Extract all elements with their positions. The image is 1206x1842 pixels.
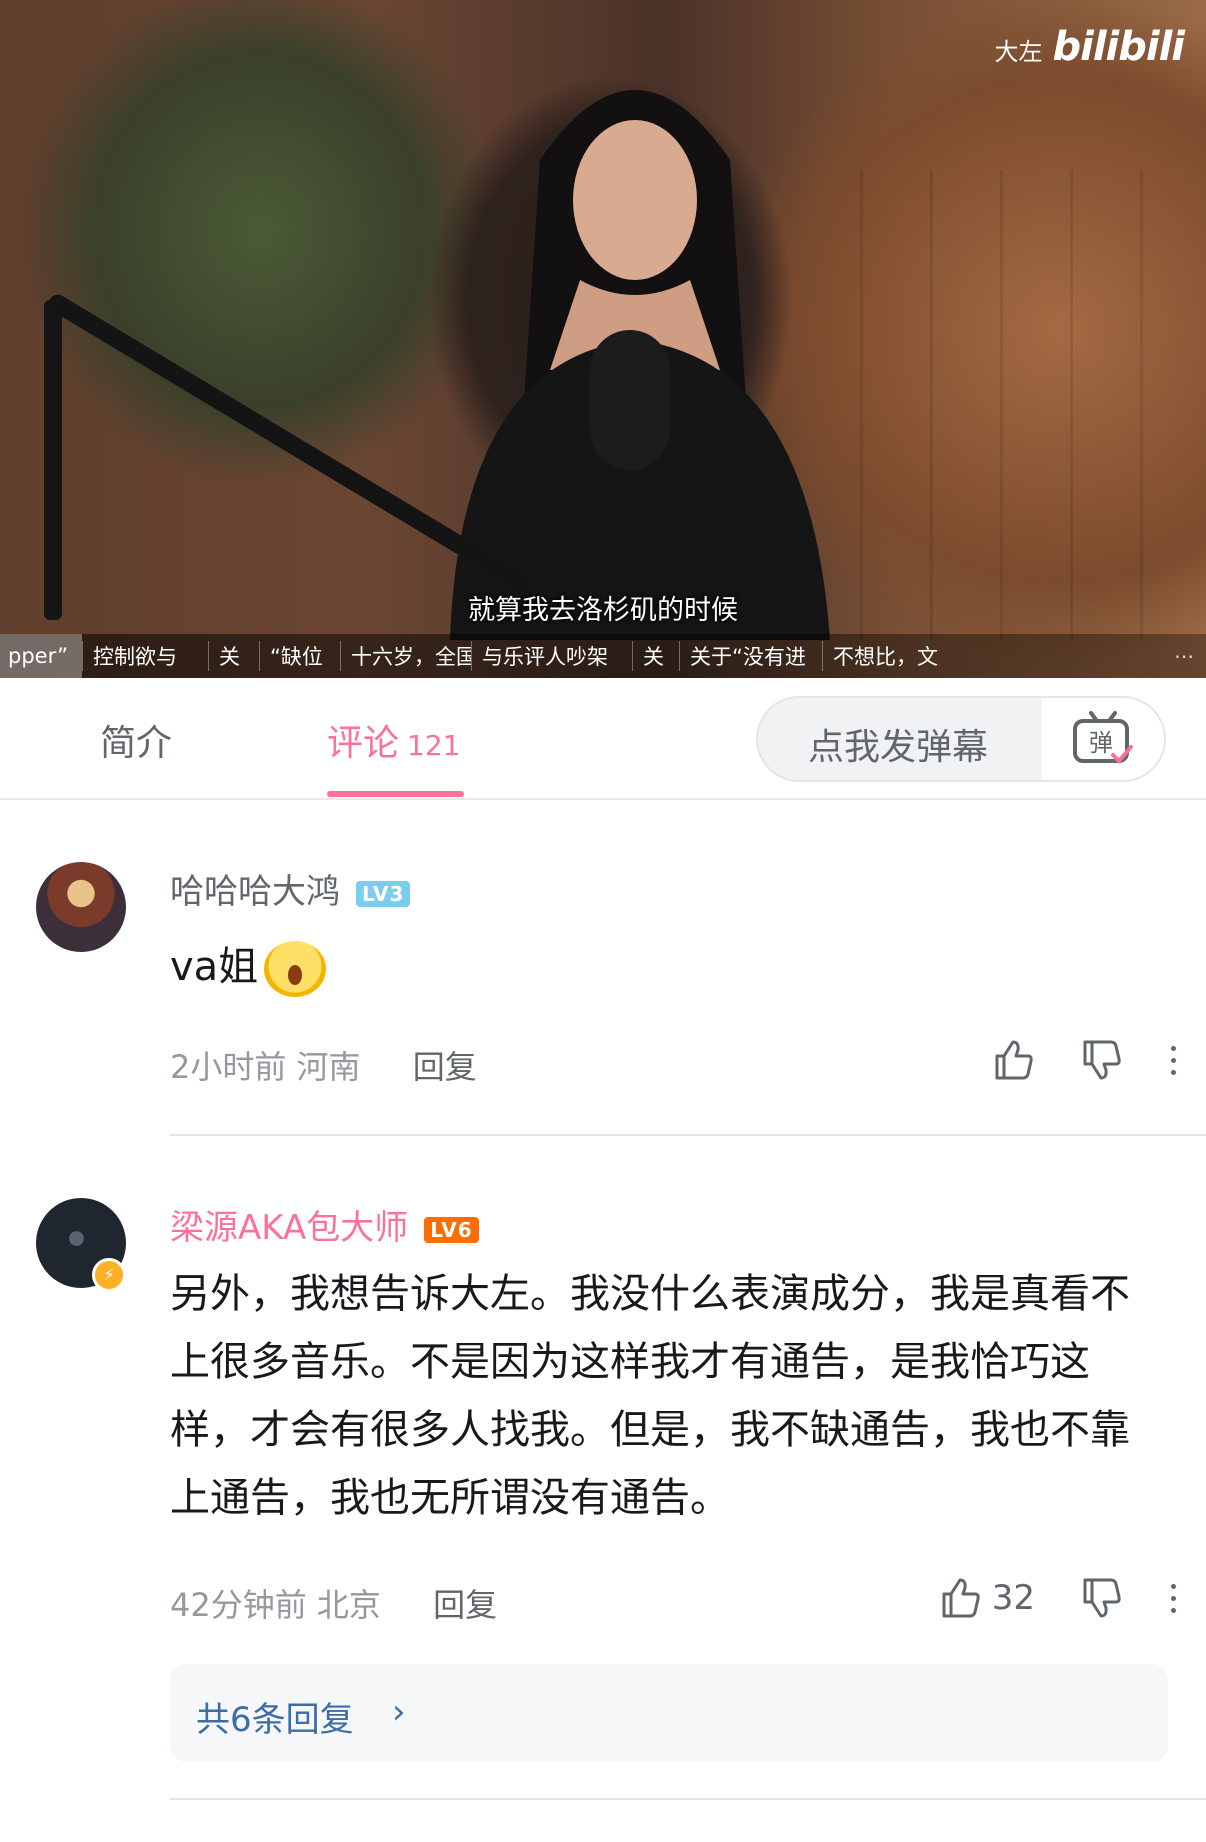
avatar[interactable] <box>36 862 126 952</box>
comment-text: va姐 <box>170 944 259 990</box>
chapter-progress-bar[interactable]: pper” 控制欲与 关 “缺位 十六岁，全国 与乐评人吵架 关 关于“没有进 … <box>0 634 1206 678</box>
chapter-item[interactable]: 控制欲与 <box>81 641 208 671</box>
comment-content: va姐 <box>170 934 327 997</box>
reply-button[interactable]: 回复 <box>413 1048 477 1086</box>
like-button[interactable] <box>991 1038 1035 1082</box>
chapter-item[interactable]: “缺位 <box>258 641 340 671</box>
chapter-item[interactable]: 不想比，文 <box>821 641 943 671</box>
comment-divider <box>170 1134 1206 1136</box>
tab-intro[interactable]: 简介 <box>100 714 172 766</box>
thumb-down-icon <box>1083 1578 1121 1618</box>
chapter-item[interactable]: 关 <box>207 641 259 671</box>
username-text: 哈哈哈大鸿 <box>170 872 340 912</box>
danmaku-input[interactable]: 点我发弹幕 弹 <box>756 696 1166 782</box>
comment-meta: 2小时前 河南 回复 <box>170 1042 477 1088</box>
level-badge: LV3 <box>356 880 411 907</box>
thumb-up-icon <box>942 1578 980 1618</box>
tab-comments[interactable]: 评论 121 <box>327 714 460 766</box>
tab-bar: 简介 评论 121 点我发弹幕 弹 <box>0 678 1206 800</box>
comment-content: 另外，我想告诉大左。我没什么表演成分，我是真看不上很多音乐。不是因为这样我才有通… <box>170 1271 1130 1521</box>
chapter-current[interactable]: pper” <box>0 634 82 678</box>
thumb-up-icon <box>995 1040 1033 1080</box>
tab-comments-label: 评论 <box>327 723 400 764</box>
like-button[interactable]: 32 <box>938 1576 1035 1620</box>
comment-actions: 32 <box>938 1576 1176 1620</box>
view-replies-button[interactable]: 共6条回复 › <box>170 1664 1168 1762</box>
chapter-item[interactable]: 与乐评人吵架 <box>470 641 632 671</box>
chapter-item[interactable]: 关于“没有进 <box>678 641 822 671</box>
username[interactable]: 哈哈哈大鸿 LV3 <box>170 864 411 913</box>
like-count: 32 <box>991 1578 1035 1618</box>
chapter-item[interactable]: 关 <box>631 641 679 671</box>
chevron-right-icon: › <box>392 1692 406 1732</box>
comment-meta: 42分钟前 北京 回复 <box>170 1580 497 1626</box>
verified-badge-icon: ⚡ <box>92 1258 126 1292</box>
thumb-down-icon <box>1083 1040 1121 1080</box>
reply-button[interactable]: 回复 <box>433 1586 497 1624</box>
more-vertical-icon[interactable] <box>1171 1583 1176 1613</box>
chapter-end-icon: ⋯ <box>1174 644 1194 668</box>
video-subtitle: 就算我去洛杉矶的时候 <box>468 595 738 626</box>
chapter-item[interactable]: 十六岁，全国 <box>339 641 471 671</box>
bilibili-logo: bilibili <box>1052 24 1185 70</box>
mic-stand <box>44 300 62 620</box>
shocked-face-emoji-icon <box>264 941 327 997</box>
avatar[interactable]: ⚡ <box>36 1198 126 1292</box>
danmaku-placeholder: 点我发弹幕 <box>808 727 989 768</box>
dislike-button[interactable] <box>1079 1038 1123 1082</box>
comment-location: 河南 <box>296 1048 361 1086</box>
tab-comments-count: 121 <box>407 729 461 762</box>
video-player[interactable]: 大左 bilibili 就算我去洛杉矶的时候 pper” 控制欲与 关 “缺位 … <box>0 0 1206 678</box>
active-tab-indicator <box>327 791 464 797</box>
comment-time: 42分钟前 <box>170 1586 307 1624</box>
level-badge: LV6 <box>424 1216 479 1243</box>
more-vertical-icon[interactable] <box>1171 1045 1176 1075</box>
danmaku-toggle-button[interactable]: 弹 <box>1042 698 1164 780</box>
comment-actions <box>991 1038 1176 1082</box>
wall-panel-decor <box>860 170 1206 640</box>
username[interactable]: 梁源AKA包大师 LV6 <box>170 1200 479 1249</box>
dislike-button[interactable] <box>1079 1576 1123 1620</box>
comment-divider <box>170 1798 1206 1800</box>
comment-location: 北京 <box>316 1586 381 1624</box>
replies-count-label: 共6条回复 <box>196 1700 354 1740</box>
watermark: 大左 bilibili <box>994 24 1185 70</box>
danmaku-icon-text: 弹 <box>1089 729 1113 757</box>
danmaku-tv-icon: 弹 <box>1073 711 1133 764</box>
username-text: 梁源AKA包大师 <box>170 1208 409 1248</box>
watermark-author: 大左 <box>994 38 1043 66</box>
comment-time: 2小时前 <box>170 1048 287 1086</box>
